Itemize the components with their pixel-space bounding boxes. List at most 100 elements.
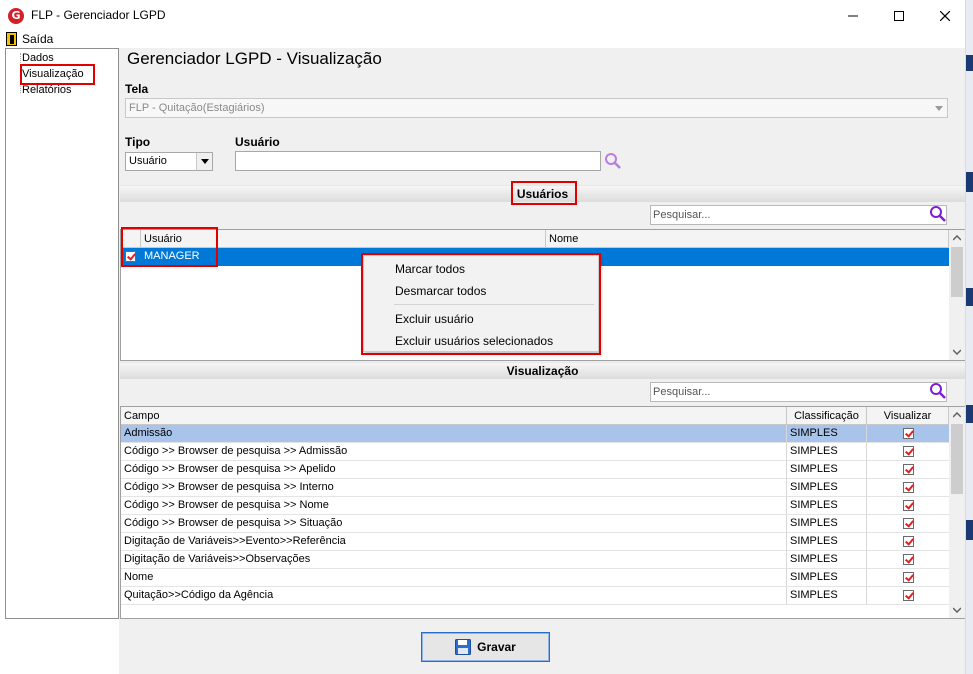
visualizar-cell (867, 461, 949, 479)
window-title: FLP - Gerenciador LGPD (31, 8, 166, 22)
visualizar-cell (867, 533, 949, 551)
floppy-disk-icon (455, 639, 472, 655)
tipo-select[interactable]: Usuário (125, 152, 213, 171)
visualizar-checkbox[interactable] (903, 554, 914, 565)
visualizar-checkbox[interactable] (903, 572, 914, 583)
scroll-up-icon[interactable] (953, 412, 961, 418)
usuarios-grid-header: Usuário Nome (121, 230, 949, 248)
column-header-visualizar[interactable]: Visualizar (867, 407, 949, 425)
tela-select[interactable]: FLP - Quitação(Estagiários) (125, 98, 948, 118)
save-button[interactable]: Gravar (421, 632, 550, 662)
classificacao-cell: SIMPLES (787, 461, 867, 479)
visualizacao-search-input[interactable]: Pesquisar... (650, 382, 947, 402)
visualizar-cell (867, 587, 949, 605)
table-row[interactable]: Admissão SIMPLES (121, 425, 949, 443)
table-row[interactable]: Código >> Browser de pesquisa >> Interno… (121, 479, 949, 497)
visualizar-checkbox[interactable] (903, 428, 914, 439)
visualizar-checkbox[interactable] (903, 464, 914, 475)
classificacao-cell: SIMPLES (787, 425, 867, 443)
highlight-box (121, 227, 218, 267)
visualizar-cell (867, 425, 949, 443)
search-icon[interactable] (604, 152, 622, 173)
scroll-thumb[interactable] (951, 247, 963, 297)
tela-label: Tela (125, 82, 149, 96)
close-icon (940, 10, 950, 21)
classificacao-cell: SIMPLES (787, 587, 867, 605)
visualizar-cell (867, 497, 949, 515)
visualizar-cell (867, 569, 949, 587)
scroll-down-icon[interactable] (953, 349, 961, 355)
classificacao-cell: SIMPLES (787, 479, 867, 497)
menu-item-saida[interactable]: Saída (22, 32, 53, 46)
tipo-label: Tipo (125, 135, 151, 149)
table-row[interactable]: Código >> Browser de pesquisa >> Nome SIM… (121, 497, 949, 515)
background-window-mark (966, 172, 973, 192)
chevron-down-icon (931, 99, 947, 117)
campo-cell: Código >> Browser de pesquisa >> Interno (121, 479, 787, 497)
table-row[interactable]: Código >> Browser de pesquisa >> Apelido… (121, 461, 949, 479)
visualizacao-grid-header: Campo Classificação Visualizar (121, 407, 949, 425)
classificacao-cell: SIMPLES (787, 443, 867, 461)
background-window-mark (966, 405, 973, 423)
visualizar-checkbox[interactable] (903, 482, 914, 493)
scroll-down-icon[interactable] (953, 607, 961, 613)
highlight-box (20, 64, 95, 85)
background-window-mark (966, 520, 973, 540)
classificacao-cell: SIMPLES (787, 551, 867, 569)
column-header-classificacao[interactable]: Classificação (787, 407, 867, 425)
visualizar-cell (867, 551, 949, 569)
save-button-label: Gravar (477, 640, 516, 654)
table-row[interactable]: Quitação>>Código da Agência SIMPLES (121, 587, 949, 605)
scroll-thumb[interactable] (951, 424, 963, 494)
visualizacao-section-title: Visualização (506, 364, 579, 378)
usuario-input[interactable] (235, 151, 601, 171)
tela-value: FLP - Quitação(Estagiários) (129, 102, 265, 114)
classificacao-cell: SIMPLES (787, 497, 867, 515)
campo-cell: Digitação de Variáveis>>Observações (121, 551, 787, 569)
classificacao-cell: SIMPLES (787, 515, 867, 533)
usuarios-search-input[interactable]: Pesquisar... (650, 205, 947, 225)
background-window-mark (966, 288, 973, 306)
table-row[interactable]: Digitação de Variáveis>>Observações SIMPL… (121, 551, 949, 569)
background-window-edge (965, 0, 973, 674)
minimize-icon (848, 15, 858, 16)
maximize-button[interactable] (876, 0, 922, 31)
usuario-label: Usuário (235, 135, 280, 149)
campo-cell: Código >> Browser de pesquisa >> Nome (121, 497, 787, 515)
highlight-box (361, 253, 601, 355)
page-title: Gerenciador LGPD - Visualização (127, 49, 382, 68)
visualizar-checkbox[interactable] (903, 518, 914, 529)
scroll-up-icon[interactable] (953, 235, 961, 241)
visualizacao-grid[interactable]: Campo Classificação Visualizar Admissão S… (120, 406, 965, 619)
table-row[interactable]: Digitação de Variáveis>>Evento>>Referênc… (121, 533, 949, 551)
table-row[interactable]: Nome SIMPLES (121, 569, 949, 587)
search-icon[interactable] (929, 205, 947, 226)
close-button[interactable] (922, 0, 968, 31)
column-header-nome[interactable]: Nome (546, 230, 949, 248)
tree-item-relatorios[interactable]: Relatórios (22, 84, 72, 96)
visualizar-cell (867, 515, 949, 533)
column-header-campo[interactable]: Campo (121, 407, 787, 425)
vertical-scrollbar[interactable] (949, 407, 965, 618)
vertical-scrollbar[interactable] (949, 230, 965, 360)
table-row[interactable]: Código >> Browser de pesquisa >> Admissã… (121, 443, 949, 461)
campo-cell: Digitação de Variáveis>>Evento>>Referênc… (121, 533, 787, 551)
visualizacao-section-header: Visualização (120, 362, 965, 379)
campo-cell: Nome (121, 569, 787, 587)
visualizar-checkbox[interactable] (903, 590, 914, 601)
visualizar-checkbox[interactable] (903, 536, 914, 547)
maximize-icon (894, 10, 904, 21)
tipo-value: Usuário (129, 155, 167, 167)
table-row[interactable]: Código >> Browser de pesquisa >> Situaçã… (121, 515, 949, 533)
exit-door-icon[interactable] (6, 32, 17, 46)
menu-bar (0, 31, 965, 48)
search-icon[interactable] (929, 382, 947, 403)
visualizar-cell (867, 479, 949, 497)
app-logo-icon: G (8, 8, 24, 24)
background-window-mark (966, 55, 973, 71)
minimize-button[interactable] (830, 0, 876, 31)
visualizar-checkbox[interactable] (903, 500, 914, 511)
navigation-tree (5, 48, 119, 619)
tree-item-dados[interactable]: Dados (22, 52, 54, 64)
visualizar-checkbox[interactable] (903, 446, 914, 457)
